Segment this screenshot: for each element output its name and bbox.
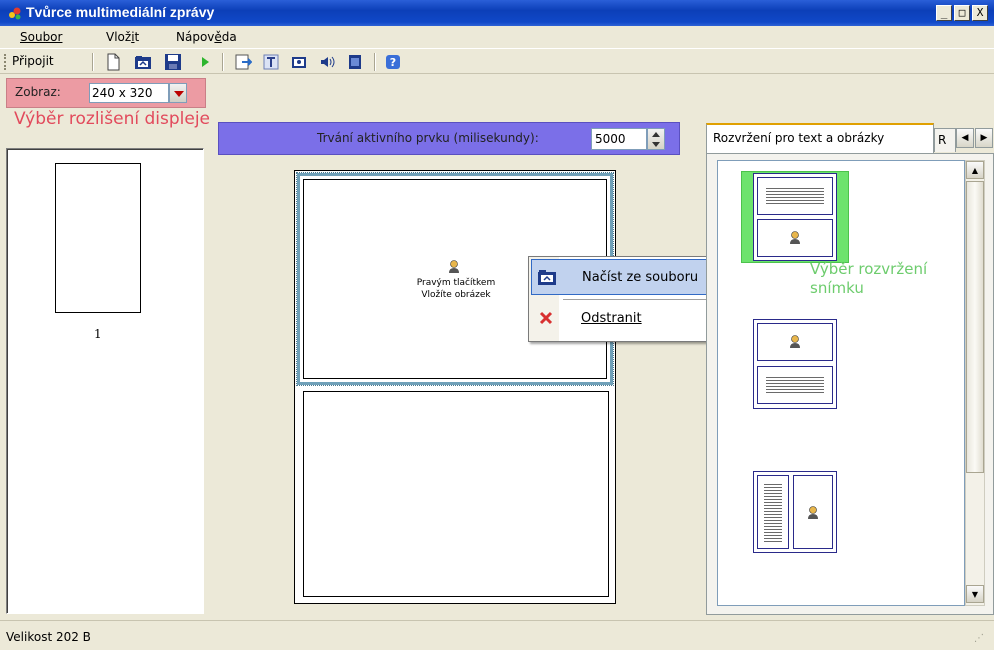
spin-up-icon[interactable] [652, 132, 660, 137]
layout-image-box [757, 219, 833, 257]
toolbar-separator [92, 53, 94, 71]
svg-text:?: ? [390, 56, 396, 69]
menu-napoveda[interactable]: Nápověda [176, 28, 237, 46]
play-icon[interactable] [196, 53, 214, 71]
text-lines-icon [766, 375, 824, 395]
tab-second-label: R [938, 133, 947, 147]
window-title: Tvůrce multimediální zprávy [26, 4, 215, 20]
layout-scrollbar[interactable]: ▲ ▼ [965, 160, 985, 606]
new-file-icon[interactable] [104, 53, 122, 71]
duration-bar: Trvání aktivního prvku (milisekundy): 50… [218, 122, 680, 155]
layout-panel: ▲ ▼ [706, 153, 994, 615]
app-icon [9, 7, 21, 20]
layout-option-text-beside-image[interactable] [753, 471, 837, 553]
menu-accelerator: ě [214, 30, 222, 44]
scroll-down-button[interactable]: ▼ [966, 585, 984, 603]
save-disk-icon[interactable] [164, 53, 182, 71]
resize-grip-icon[interactable]: ⋰ [974, 633, 988, 647]
layout-text-box [757, 366, 833, 404]
slide-canvas: Pravým tlačítkem Vložíte obrázek [294, 170, 616, 604]
resolution-annotation: Výběr rozlišení displeje [14, 109, 211, 129]
zoom-label: Zobraz: [15, 85, 61, 99]
title-bar: Tvůrce multimediální zprávy _ □ X [0, 0, 994, 26]
person-icon [790, 335, 800, 348]
help-icon[interactable]: ? [384, 53, 402, 71]
duration-spinner[interactable] [647, 128, 665, 150]
scroll-thumb[interactable] [966, 181, 984, 473]
menu-vlozit[interactable]: Vložit [106, 28, 139, 46]
person-icon [449, 260, 459, 273]
connect-button[interactable]: Připojit [12, 54, 54, 68]
delete-x-icon [539, 311, 553, 325]
layout-annotation-line1: Výběr rozvržení [810, 260, 928, 278]
menu-soubor-label: Soubor [20, 30, 63, 44]
layout-annotation-line2: snímku [810, 279, 864, 297]
person-icon [790, 231, 800, 244]
tab-layouts[interactable]: Rozvržení pro text a obrázky [706, 123, 934, 153]
menu-item-label: Odstranit [581, 311, 642, 326]
close-button[interactable]: X [972, 5, 988, 21]
tab-layouts-label: Rozvržení pro text a obrázky [713, 131, 885, 145]
text-slot[interactable] [303, 391, 609, 597]
insert-audio-icon[interactable] [318, 53, 336, 71]
insert-slide-icon[interactable] [234, 53, 252, 71]
text-lines-icon [766, 186, 824, 206]
toolbar-separator [374, 53, 376, 71]
resolution-select[interactable]: 240 x 320 [89, 83, 169, 103]
menu-accelerator: i [131, 30, 135, 44]
slide-number: 1 [94, 327, 102, 341]
toolbar-separator [222, 53, 224, 71]
open-folder-icon[interactable] [134, 53, 152, 71]
open-folder-icon [538, 270, 556, 285]
text-lines-icon [764, 482, 782, 542]
person-icon [808, 506, 818, 519]
menu-item-label-text: Odstranit [581, 311, 642, 326]
scroll-up-button[interactable]: ▲ [966, 161, 984, 179]
layout-text-box [757, 177, 833, 215]
maximize-button[interactable]: □ [954, 5, 970, 21]
status-bar: Velikost 202 B ⋰ [0, 620, 994, 650]
insert-image-icon[interactable] [290, 53, 308, 71]
layout-annotation: Výběr rozvržení snímku [810, 260, 927, 298]
toolbar: Připojit ? [0, 48, 994, 74]
layout-text-box [757, 475, 789, 549]
menu-bar: Soubor Vložit Nápověda [0, 26, 994, 48]
duration-input[interactable]: 5000 [591, 128, 647, 150]
image-hint-line2: Vložíte obrázek [421, 290, 491, 300]
slide-thumbnail[interactable] [55, 163, 141, 313]
toolbar-grip[interactable] [4, 54, 7, 70]
zoom-bar: Zobraz: 240 x 320 [6, 78, 206, 108]
layout-option-image-text[interactable] [753, 319, 837, 409]
layout-option-text-image[interactable] [753, 173, 837, 261]
status-text: Velikost 202 B [6, 630, 91, 644]
slides-panel: 1 [6, 148, 204, 614]
insert-text-icon[interactable] [262, 53, 280, 71]
minimize-button[interactable]: _ [936, 5, 952, 21]
layout-list [717, 160, 965, 606]
layout-image-box [757, 323, 833, 361]
tab-second[interactable]: R [934, 128, 956, 152]
image-hint-line1: Pravým tlačítkem [416, 278, 496, 288]
menu-item-label: Načíst ze souboru [582, 270, 699, 285]
duration-label: Trvání aktivního prvku (milisekundy): [317, 131, 539, 145]
resolution-dropdown-button[interactable] [169, 83, 187, 103]
tab-scroll-right-button[interactable]: ▶ [975, 128, 993, 148]
spin-down-icon[interactable] [652, 142, 660, 147]
layout-image-box [793, 475, 833, 549]
chevron-down-icon [174, 91, 184, 97]
tab-scroll-left-button[interactable]: ◀ [956, 128, 974, 148]
insert-video-icon[interactable] [346, 53, 364, 71]
menu-soubor[interactable]: Soubor [20, 28, 62, 46]
